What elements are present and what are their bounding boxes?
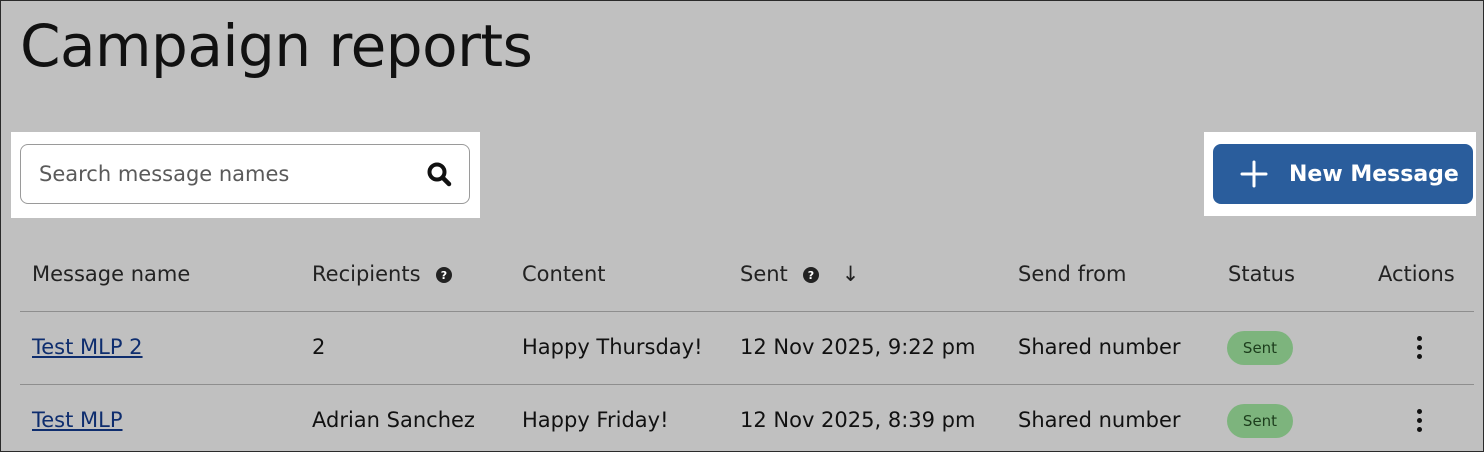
page-title: Campaign reports xyxy=(20,12,533,80)
search-input[interactable] xyxy=(39,162,425,186)
column-header-sent[interactable]: Sent ? ↓ xyxy=(740,262,859,286)
recipients-cell: Adrian Sanchez xyxy=(312,408,475,432)
column-header-label: Status xyxy=(1228,262,1295,286)
recipients-cell: 2 xyxy=(312,335,326,359)
column-header-label: Message name xyxy=(32,262,191,286)
row-divider xyxy=(20,384,1474,385)
sort-descending-icon[interactable]: ↓ xyxy=(842,262,860,286)
column-header-label: Actions xyxy=(1378,262,1455,286)
sent-cell: 12 Nov 2025, 9:22 pm xyxy=(740,335,976,359)
plus-icon xyxy=(1239,159,1269,189)
svg-text:?: ? xyxy=(440,269,446,282)
svg-text:?: ? xyxy=(808,269,814,282)
search-box[interactable] xyxy=(20,144,470,204)
new-message-button[interactable]: New Message xyxy=(1213,144,1473,204)
more-actions-icon[interactable] xyxy=(1409,405,1429,435)
column-header-content[interactable]: Content xyxy=(522,262,606,286)
more-actions-icon[interactable] xyxy=(1409,332,1429,362)
column-header-send-from[interactable]: Send from xyxy=(1018,262,1126,286)
content-cell: Happy Friday! xyxy=(522,408,669,432)
send-from-cell: Shared number xyxy=(1018,335,1181,359)
status-badge: Sent xyxy=(1227,404,1293,438)
column-header-label: Send from xyxy=(1018,262,1127,286)
status-badge: Sent xyxy=(1227,331,1293,365)
send-from-cell: Shared number xyxy=(1018,408,1181,432)
content-cell: Happy Thursday! xyxy=(522,335,703,359)
message-name-link[interactable]: Test MLP 2 xyxy=(32,335,143,359)
help-icon[interactable]: ? xyxy=(802,265,820,283)
message-name-link[interactable]: Test MLP xyxy=(32,408,123,432)
column-header-message-name[interactable]: Message name xyxy=(32,262,190,286)
header-divider xyxy=(20,311,1474,312)
search-icon[interactable] xyxy=(425,160,453,188)
new-message-label: New Message xyxy=(1289,161,1459,187)
sent-cell: 12 Nov 2025, 8:39 pm xyxy=(740,408,976,432)
column-header-label: Sent xyxy=(740,262,788,286)
column-header-recipients[interactable]: Recipients ? xyxy=(312,262,453,286)
column-header-status[interactable]: Status xyxy=(1228,262,1295,286)
column-header-label: Content xyxy=(522,262,606,286)
column-header-label: Recipients xyxy=(312,262,421,286)
help-icon[interactable]: ? xyxy=(435,265,453,283)
column-header-actions: Actions xyxy=(1378,262,1455,286)
